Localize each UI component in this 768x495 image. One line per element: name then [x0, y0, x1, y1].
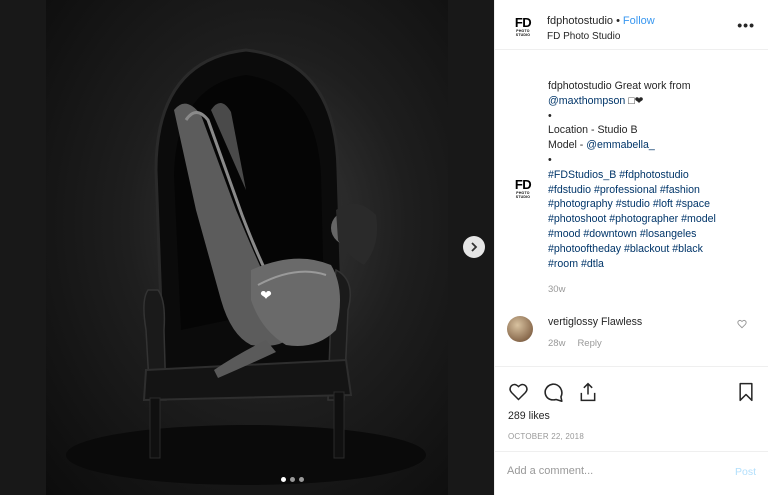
logo-text: FD	[514, 177, 532, 192]
carousel-dot[interactable]	[299, 477, 304, 482]
comment-like-button[interactable]	[737, 319, 747, 332]
comment-icon	[543, 382, 563, 402]
post-header: FD PHOTO STUDIO fdphotostudio • Follow FD …	[495, 0, 768, 50]
post-photo[interactable]: ❤	[46, 0, 448, 495]
svg-text:❤: ❤	[260, 288, 272, 304]
carousel-dot[interactable]	[281, 477, 286, 482]
comment-item: vertiglossy Flawless 28w Reply	[495, 316, 768, 356]
more-options-button[interactable]: •••	[737, 17, 755, 33]
account-subtitle: FD Photo Studio	[547, 31, 621, 42]
like-button[interactable]	[507, 381, 529, 403]
bookmark-icon	[739, 382, 753, 402]
caption-text: fdphotostudio Great work from @maxthomps…	[548, 79, 753, 271]
comment-button[interactable]	[542, 381, 564, 403]
hashtag-line[interactable]: #photooftheday #blackout #black	[548, 242, 753, 257]
comment-input[interactable]	[507, 465, 707, 477]
share-icon	[580, 382, 596, 402]
carousel-next-button[interactable]	[463, 236, 485, 258]
hashtag-line[interactable]: #FDStudios_B #fdphotostudio	[548, 168, 753, 183]
logo-subtext: PHOTO STUDIO	[515, 191, 531, 199]
caption-age[interactable]: 30w	[548, 284, 565, 295]
reply-button[interactable]: Reply	[577, 338, 601, 349]
add-comment-bar: Post	[495, 451, 768, 495]
comment-age[interactable]: 28w	[548, 338, 565, 349]
commenter-avatar[interactable]	[507, 316, 533, 342]
heart-icon	[508, 383, 528, 401]
logo-subtext: PHOTO STUDIO	[515, 29, 531, 37]
hashtag-line[interactable]: #photography #studio #loft #space	[548, 197, 753, 212]
caption-avatar[interactable]: FD PHOTO STUDIO	[510, 176, 536, 202]
save-button[interactable]	[735, 381, 757, 403]
heart-icon	[737, 319, 747, 329]
caption-emoji: □❤	[628, 94, 644, 107]
carousel-dot[interactable]	[290, 477, 295, 482]
post-date[interactable]: OCTOBER 22, 2018	[508, 432, 584, 441]
post-comment-button[interactable]: Post	[735, 466, 756, 478]
caption-bullet: •	[548, 109, 552, 122]
caption-model-prefix: Model -	[548, 139, 587, 152]
caption-location: Location - Studio B	[548, 124, 638, 137]
hashtag-line[interactable]: #fdstudio #professional #fashion	[548, 183, 753, 198]
separator-dot: •	[616, 15, 620, 27]
mention-link[interactable]: @maxthompson	[548, 95, 625, 107]
likes-count[interactable]: 289 likes	[508, 410, 550, 422]
username-link[interactable]: fdphotostudio	[547, 15, 613, 27]
caption-bullet: •	[548, 153, 552, 166]
follow-button[interactable]: Follow	[623, 15, 655, 27]
post-details-panel: FD PHOTO STUDIO fdphotostudio • Follow FD …	[494, 0, 768, 495]
account-avatar[interactable]: FD PHOTO STUDIO	[510, 14, 536, 40]
post-actions: 289 likes OCTOBER 22, 2018	[495, 366, 768, 451]
action-icons	[507, 381, 599, 403]
hashtag-line[interactable]: #mood #downtown #losangeles	[548, 227, 753, 242]
comment-body: Flawless	[601, 316, 643, 328]
carousel-dots	[281, 477, 304, 482]
model-mention-link[interactable]: @emmabella_	[586, 139, 654, 151]
chevron-right-icon	[471, 242, 478, 252]
photo-illustration: ❤	[66, 48, 426, 485]
header-user-line: fdphotostudio • Follow	[547, 15, 655, 27]
hashtag-line[interactable]: #photoshoot #photographer #model	[548, 212, 753, 227]
comment-author[interactable]: vertiglossy	[548, 316, 598, 328]
caption-body: Great work from	[614, 80, 691, 92]
caption-author[interactable]: fdphotostudio	[548, 80, 612, 92]
hashtag-line[interactable]: #room #dtla	[548, 257, 753, 272]
comment-meta: 28w Reply	[548, 338, 602, 349]
share-button[interactable]	[577, 381, 599, 403]
comment-text: vertiglossy Flawless	[548, 316, 642, 328]
logo-text: FD	[514, 15, 532, 30]
